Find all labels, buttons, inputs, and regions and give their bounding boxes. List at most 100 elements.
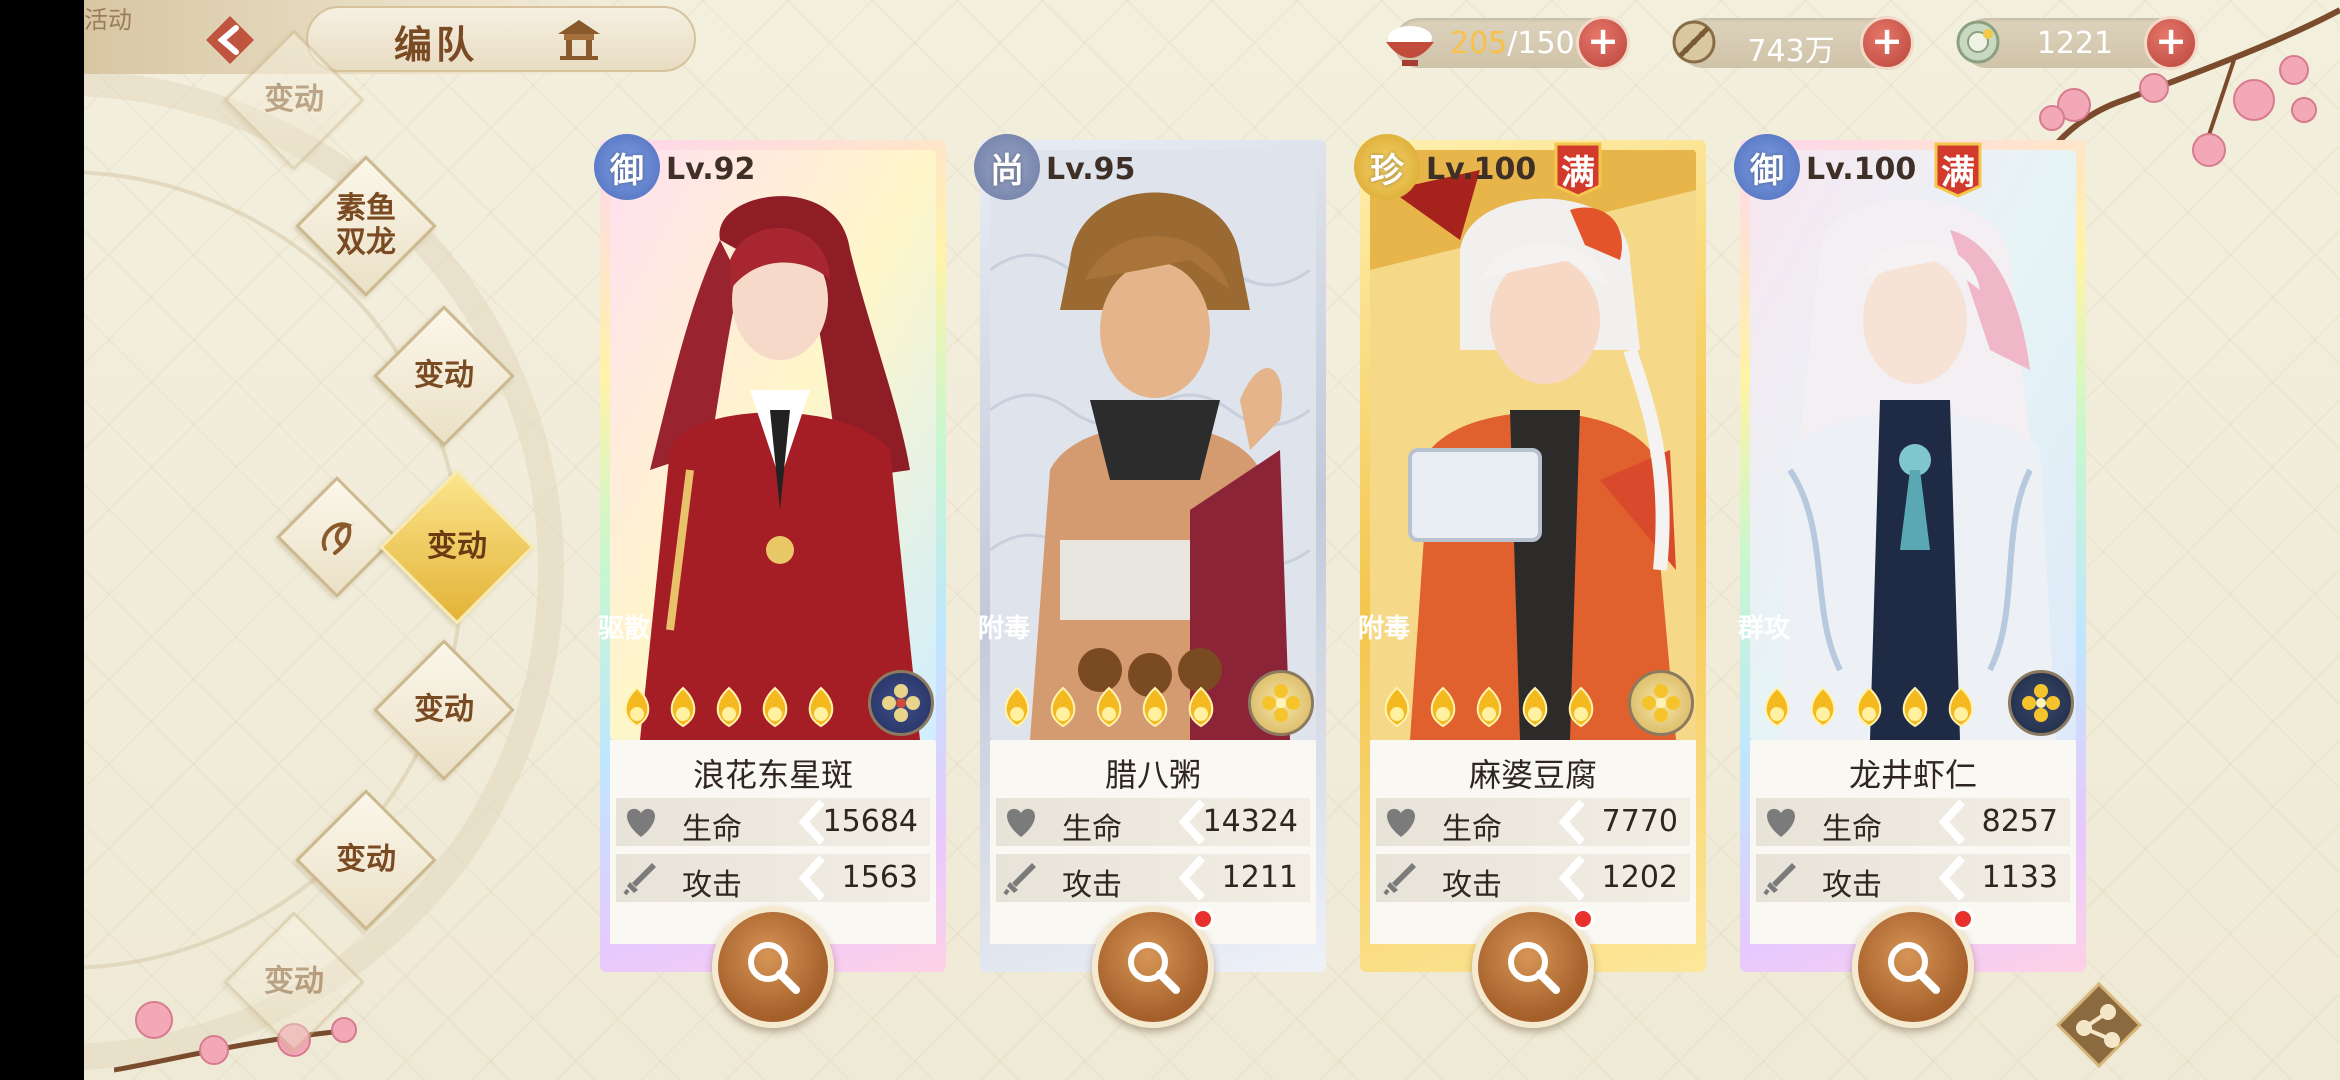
flower-emblem-icon bbox=[868, 670, 934, 736]
role-badge: 群攻 bbox=[1724, 598, 1804, 654]
flower-emblem-icon bbox=[1628, 670, 1694, 736]
level-label: Lv.100 bbox=[1806, 152, 1917, 187]
formation-slot-6[interactable]: 变动 bbox=[223, 911, 365, 1053]
star-rating bbox=[1756, 686, 1982, 728]
formation-label: 变动 bbox=[264, 82, 324, 117]
character-card-1[interactable]: 御 Lv.92 驱散 浪花东星斑 生命 15684 攻击 1563 bbox=[594, 134, 946, 1028]
level-label: Lv.100 bbox=[1426, 152, 1537, 187]
attack-value: 1563 bbox=[841, 860, 918, 895]
attack-label: 攻击 bbox=[1062, 868, 1122, 903]
role-badge: 附毒 bbox=[1344, 598, 1424, 654]
formation-slot-1[interactable]: 素鱼 双龙 bbox=[295, 155, 437, 297]
max-level-tag: 满 bbox=[1552, 140, 1604, 198]
formation-slot-3-selected[interactable]: 变动 bbox=[379, 469, 535, 625]
hp-value: 7770 bbox=[1601, 804, 1678, 839]
flame-star-icon bbox=[1902, 686, 1928, 728]
title-pill bbox=[306, 6, 696, 72]
flame-star-icon bbox=[1142, 686, 1168, 728]
attack-stat-row: 攻击 1202 bbox=[1376, 854, 1690, 903]
character-card-3[interactable]: 珍 Lv.100 满 附毒 麻婆豆腐 生命 7770 攻击 1202 bbox=[1354, 134, 1706, 1028]
hp-value: 15684 bbox=[822, 804, 918, 839]
chevron-decor-icon bbox=[1178, 855, 1205, 901]
hp-value: 8257 bbox=[1981, 804, 2058, 839]
max-level-text: 满 bbox=[1561, 152, 1595, 193]
hp-stat-row: 生命 14324 bbox=[996, 798, 1310, 847]
character-card-4[interactable]: 御 Lv.100 满 群攻 龙井虾仁 生命 8257 攻击 1133 bbox=[1734, 134, 2086, 1028]
hp-label: 生命 bbox=[1062, 812, 1122, 847]
formation-slot-4[interactable]: 变动 bbox=[373, 639, 515, 781]
formation-label: 变动 bbox=[427, 529, 487, 564]
role-badge: 驱散 bbox=[584, 598, 664, 654]
chevron-decor-icon bbox=[1558, 799, 1585, 845]
attack-label: 攻击 bbox=[1442, 868, 1502, 903]
character-name: 麻婆豆腐 bbox=[1468, 756, 1597, 794]
swirl-icon bbox=[294, 494, 380, 580]
flame-star-icon bbox=[1856, 686, 1882, 728]
flower-emblem-icon bbox=[1248, 670, 1314, 736]
formation-label: 变动 bbox=[264, 964, 324, 999]
flame-star-icon bbox=[1050, 686, 1076, 728]
coin-value: 743万 bbox=[1747, 34, 1835, 69]
attack-label: 攻击 bbox=[682, 868, 742, 903]
character-name: 龙井虾仁 bbox=[1848, 756, 1977, 794]
stamina-value: 205/150 bbox=[1450, 26, 1575, 61]
star-rating bbox=[616, 686, 842, 728]
add-jade-button[interactable]: + bbox=[2144, 16, 2198, 70]
attack-stat-row: 攻击 1133 bbox=[1756, 854, 2070, 903]
hp-stat-row: 生命 7770 bbox=[1376, 798, 1690, 847]
flame-star-icon bbox=[1810, 686, 1836, 728]
inspect-button[interactable] bbox=[712, 906, 834, 1028]
top-bar: 活动 编队 205/150 + 743万 + 1221 + bbox=[84, 0, 2340, 80]
hp-value: 14324 bbox=[1202, 804, 1298, 839]
attack-value: 1202 bbox=[1601, 860, 1678, 895]
rarity-badge: 御 bbox=[594, 134, 660, 200]
flower-emblem-icon bbox=[2008, 670, 2074, 736]
attack-label: 攻击 bbox=[1822, 868, 1882, 903]
jade-value: 1221 bbox=[2036, 26, 2114, 61]
magnifier-icon bbox=[1128, 942, 1180, 994]
chevron-decor-icon bbox=[1558, 855, 1585, 901]
coin-string-icon bbox=[1672, 20, 1716, 64]
jade-coin-icon bbox=[1956, 20, 2000, 64]
notification-dot bbox=[1192, 908, 1214, 930]
chevron-decor-icon bbox=[1938, 799, 1965, 845]
corner-label: 活动 bbox=[84, 6, 132, 34]
sword-icon bbox=[1003, 863, 1036, 896]
attack-value: 1133 bbox=[1981, 860, 2058, 895]
formation-slot-5[interactable]: 变动 bbox=[295, 789, 437, 931]
rarity-badge: 御 bbox=[1734, 134, 1800, 200]
formation-slot-2[interactable]: 变动 bbox=[373, 305, 515, 447]
add-stamina-button[interactable]: + bbox=[1576, 16, 1630, 70]
heart-icon bbox=[1387, 808, 1415, 837]
role-badge: 附毒 bbox=[964, 598, 1044, 654]
heart-icon bbox=[1767, 808, 1795, 837]
hp-label: 生命 bbox=[682, 812, 742, 847]
share-button[interactable] bbox=[2054, 980, 2144, 1070]
formation-slot-0[interactable]: 变动 bbox=[223, 29, 365, 171]
max-level-tag: 满 bbox=[1932, 140, 1984, 198]
game-screen: 活动 编队 205/150 + 743万 + 1221 + 变动 素鱼 双龙 变… bbox=[84, 0, 2340, 1080]
flame-star-icon bbox=[1188, 686, 1214, 728]
formation-label: 变动 bbox=[336, 842, 396, 877]
sword-icon bbox=[623, 863, 656, 896]
rice-bowl-icon bbox=[1386, 26, 1434, 66]
stamina-max: /150 bbox=[1507, 26, 1575, 61]
flame-star-icon bbox=[1004, 686, 1030, 728]
flame-star-icon bbox=[670, 686, 696, 728]
pavilion-icon[interactable] bbox=[554, 16, 604, 62]
hp-label: 生命 bbox=[1822, 812, 1882, 847]
flame-star-icon bbox=[1948, 686, 1974, 728]
character-card-2[interactable]: 尚 Lv.95 附毒 腊八粥 生命 14324 攻击 1211 bbox=[974, 134, 1326, 1028]
hp-label: 生命 bbox=[1442, 812, 1502, 847]
flame-star-icon bbox=[1568, 686, 1594, 728]
attack-stat-row: 攻击 1563 bbox=[616, 854, 930, 903]
attack-stat-row: 攻击 1211 bbox=[996, 854, 1310, 903]
rarity-badge: 尚 bbox=[974, 134, 1040, 200]
max-level-text: 满 bbox=[1941, 152, 1975, 193]
add-coin-button[interactable]: + bbox=[1860, 16, 1914, 70]
coin-resource: 743万 + bbox=[1672, 16, 1914, 70]
rarity-badge: 珍 bbox=[1354, 134, 1420, 200]
stamina-current: 205 bbox=[1450, 26, 1508, 61]
flame-star-icon bbox=[624, 686, 650, 728]
formation-switch-button[interactable] bbox=[276, 476, 398, 598]
